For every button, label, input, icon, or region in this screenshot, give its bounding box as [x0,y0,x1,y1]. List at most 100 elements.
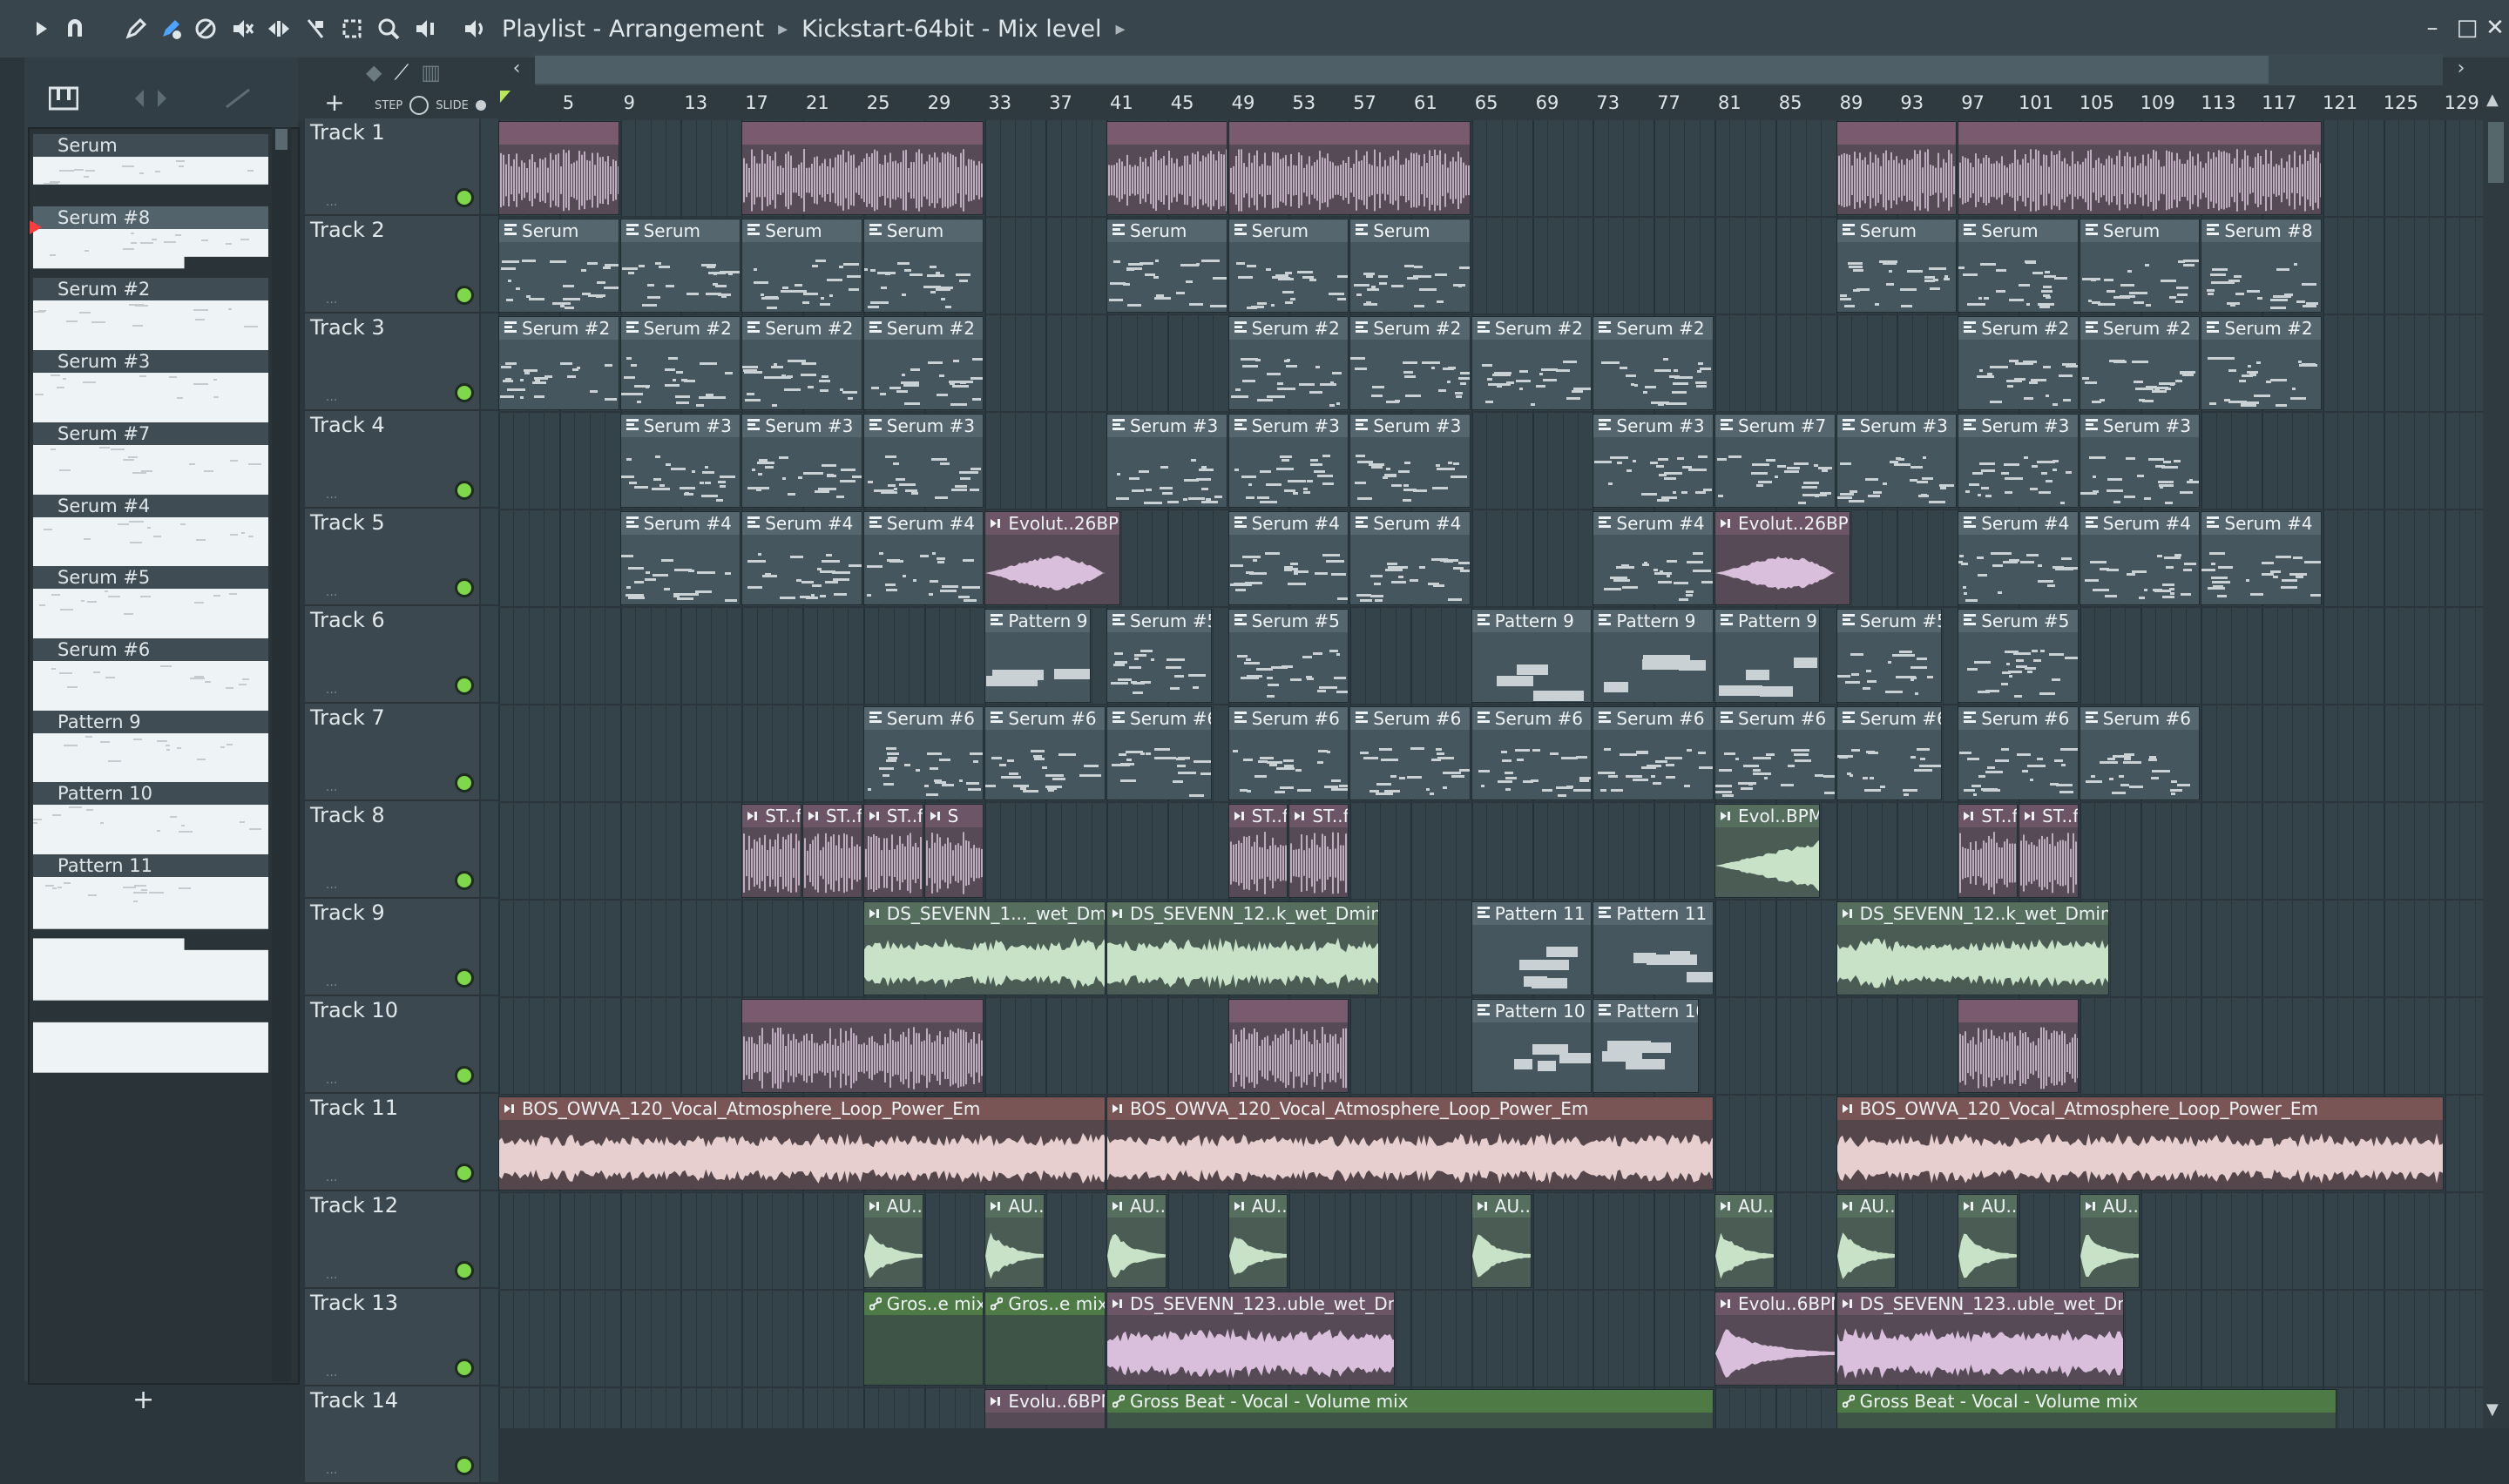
audio-clip[interactable] [741,999,984,1093]
track-resize-grip[interactable] [481,996,498,1092]
pattern-clip[interactable]: Serum #6 [1836,706,1942,800]
pattern-clip[interactable]: Serum [862,219,984,313]
track-header[interactable]: Track 6... [305,606,479,704]
zoom-icon[interactable] [373,9,404,49]
pattern-clip[interactable]: Pattern 10 [1593,999,1699,1093]
pattern-item[interactable]: Serum [33,134,268,353]
chevron-up-icon[interactable]: ▲ [2486,91,2499,109]
waveform-icon[interactable]: ◆ [366,60,382,84]
track-options-dots[interactable]: ... [326,780,337,794]
pattern-clip[interactable]: Serum #3 [1593,414,1714,508]
pattern-clip[interactable]: Serum #8 [2201,219,2322,313]
paint-brush-icon[interactable] [155,9,186,49]
track-resize-grip[interactable] [481,314,498,409]
track-resize-grip[interactable] [481,411,498,507]
pattern-item[interactable]: Serum #5 [33,566,268,785]
track-resize-grip[interactable] [481,118,498,214]
chevron-right-icon[interactable]: ▸ [1116,18,1126,40]
track-lane[interactable] [498,1291,2483,1388]
track-mute-led[interactable] [455,188,474,207]
pattern-clip[interactable]: Serum #2 [2079,316,2201,410]
track-resize-grip[interactable] [481,509,498,604]
audio-clip[interactable] [1227,121,1471,215]
pattern-clip[interactable]: Serum #3 [1958,414,2079,508]
track-mute-led[interactable] [455,578,474,597]
minimize-icon[interactable]: – [2417,12,2448,44]
pattern-clip[interactable]: Serum [1349,219,1471,313]
track-header[interactable]: Track 4... [305,411,479,509]
track-resize-grip[interactable] [481,1386,498,1482]
track-mute-led[interactable] [455,968,474,988]
track-header[interactable]: Track 9... [305,899,479,996]
track-resize-grip[interactable] [481,1289,498,1385]
track-mute-led[interactable] [455,1066,474,1085]
audio-clip[interactable]: BOS_OWVA_120_Vocal_Atmosphere_Loop_Power… [1836,1096,2444,1191]
slide-toggle[interactable] [475,100,486,111]
track-options-dots[interactable]: ... [326,975,337,989]
pattern-clip[interactable]: Serum #6 [1471,706,1593,800]
track-mute-led[interactable] [455,773,474,793]
audio-clip[interactable]: AU..t [1836,1194,1897,1288]
track-mute-led[interactable] [455,871,474,890]
add-track-button[interactable]: + [317,87,352,117]
track-resize-grip[interactable] [481,606,498,702]
automation-icon[interactable] [129,80,172,117]
pattern-clip[interactable]: Serum [2079,219,2201,313]
pattern-clip[interactable]: Serum #6 [1593,706,1714,800]
pattern-item[interactable]: Serum #6 [33,637,268,857]
track-header[interactable]: Track 14... [305,1386,479,1484]
pattern-clip[interactable]: Serum #6 [1349,706,1471,800]
slip-icon[interactable] [263,9,294,49]
track-header[interactable]: Track 8... [305,801,479,899]
pattern-clip[interactable]: Serum #3 [862,414,984,508]
pattern-clip[interactable]: Serum #2 [2201,316,2322,410]
audio-clip[interactable]: Evolu..6BPM [984,1389,1106,1428]
audio-clip[interactable]: Evolut..26BPM [1714,511,1851,605]
track-mute-led[interactable] [455,286,474,305]
pattern-crumb[interactable]: Kickstart-64bit - Mix level [801,16,1101,43]
magnet-icon[interactable] [59,9,91,49]
pattern-clip[interactable]: Serum [498,219,619,313]
playhead-marker[interactable] [500,91,511,103]
track-header[interactable]: Track 11... [305,1094,479,1191]
audio-clip[interactable]: AU..t [1227,1194,1288,1288]
close-icon[interactable]: ✕ [2479,12,2509,44]
time-ruler[interactable]: 5 9 13 17 21 25 29 33 37 41 45 49 53 57 61 65 69 73 77 81 85… [498,87,2483,120]
track-options-dots[interactable]: ... [326,585,337,599]
audio-clip[interactable]: Evol..BPM [1714,804,1821,898]
audio-clip[interactable]: ST..f [1958,804,2018,898]
pattern-clip[interactable]: Serum #4 [741,511,862,605]
pattern-clip[interactable]: Serum #2 [1593,316,1714,410]
vertical-scroll-thumb[interactable] [2488,122,2504,183]
pattern-clip[interactable]: Serum #5 [1836,609,1942,703]
pattern-clip[interactable]: Serum #4 [2201,511,2322,605]
track-mute-led[interactable] [455,1359,474,1378]
pattern-clip[interactable]: Pattern 9 [1714,609,1821,703]
pattern-clip[interactable]: Serum #3 [1836,414,1958,508]
pattern-clip[interactable]: Pattern 9 [1593,609,1714,703]
audio-clip[interactable]: ST..f [862,804,923,898]
pattern-clip[interactable]: Serum #4 [862,511,984,605]
pattern-clip[interactable]: Serum #4 [1958,511,2079,605]
pattern-clip[interactable]: Serum #5 [1227,609,1349,703]
track-header[interactable]: Track 10... [305,996,479,1094]
track-header[interactable]: Track 1... [305,118,479,216]
audio-clip[interactable]: AU..t [1106,1194,1167,1288]
vertical-scrollbar[interactable]: ▲ ▼ [2483,87,2509,1428]
audio-clip[interactable]: AU..t [984,1194,1045,1288]
pattern-clip[interactable]: Serum [1227,219,1349,313]
audio-clip[interactable]: DS_SEVENN_123..uble_wet_Dmin [1836,1292,2125,1386]
piano-roll-icon[interactable]: ▥ [421,60,441,84]
audio-clip[interactable] [498,121,619,215]
audio-clip[interactable] [741,121,984,215]
maximize-icon[interactable]: □ [2452,12,2483,44]
audio-clip[interactable]: ST..f [802,804,862,898]
pattern-clip[interactable]: Serum #3 [1227,414,1349,508]
pattern-clip[interactable]: Serum #2 [498,316,619,410]
automation-clip[interactable]: Gros..e mix [984,1292,1106,1386]
track-mute-led[interactable] [455,1164,474,1183]
pattern-clip[interactable]: Serum #3 [619,414,741,508]
audio-clip[interactable]: BOS_OWVA_120_Vocal_Atmosphere_Loop_Power… [498,1096,1106,1191]
track-header[interactable]: Track 13... [305,1289,479,1386]
pattern-clip[interactable]: Serum #2 [862,316,984,410]
